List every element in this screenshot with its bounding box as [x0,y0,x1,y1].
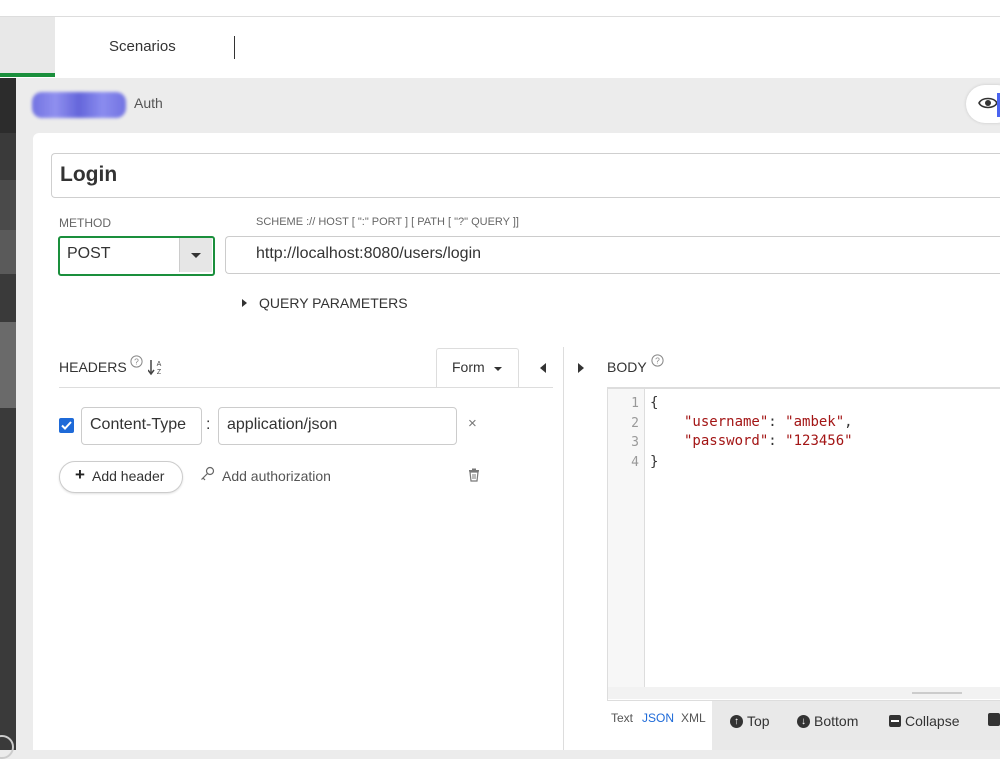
breadcrumb [16,78,1000,133]
add-header-label: Add header [92,468,165,484]
arrow-up-circle-icon: ↑ [730,714,743,728]
header-value-value: application/json [227,416,338,433]
expand-button[interactable] [988,713,1000,726]
top-button-label: Top [747,713,770,729]
url-format-label: SCHEME :// HOST [ ":" PORT ] [ PATH [ "?… [256,216,519,228]
code-line: "password": "123456" [684,433,853,449]
add-authorization-link[interactable]: Add authorization [222,468,331,484]
trash-icon[interactable] [468,468,480,487]
editor-scrollbar-thumb[interactable] [912,692,962,694]
svg-text:Z: Z [157,369,162,376]
header-enabled-checkbox[interactable] [59,418,74,433]
tab-divider [234,36,235,59]
line-number: 1 [631,396,639,411]
query-parameters-toggle[interactable]: QUERY PARAMETERS [259,295,408,311]
headers-divider [59,387,553,388]
header-key-value: Content-Type [90,416,187,433]
active-tab-indicator [0,73,55,77]
request-title: Login [60,163,118,186]
sort-alpha-icon[interactable]: A Z [147,358,164,379]
checkbox-checked-icon [61,421,72,430]
line-number: 3 [631,435,639,450]
code-line: } [650,454,659,470]
help-icon[interactable]: ? [651,354,664,370]
line-number: 2 [631,416,639,431]
form-mode-label: Form [452,359,485,375]
method-dropdown-toggle[interactable] [179,238,212,272]
line-number: 4 [631,455,639,470]
headers-label: HEADERS [59,359,127,375]
editor-gutter [608,389,645,687]
panel-splitter[interactable] [563,347,564,750]
svg-text:A: A [157,361,162,368]
arrow-down-circle-icon: ↓ [797,714,810,728]
header-separator: : [206,416,211,433]
bottom-button[interactable]: ↓ Bottom [797,713,858,729]
format-text-tab[interactable]: Text [611,711,633,725]
method-value: POST [67,245,111,262]
breadcrumb-current[interactable]: Auth [134,95,163,111]
top-button[interactable]: ↑ Top [730,713,770,729]
format-json-tab[interactable]: JSON [642,711,674,725]
caret-down-icon [494,367,502,371]
code-line: "username": "ambek", [684,414,853,430]
svg-text:?: ? [655,356,660,366]
caret-right-icon[interactable] [578,363,584,373]
format-xml-tab[interactable]: XML [681,711,706,725]
body-label: BODY [607,359,647,375]
key-icon [200,466,215,486]
url-value: http://localhost:8080/users/login [256,245,482,262]
help-icon[interactable]: ? [130,355,143,371]
minus-square-icon [889,715,901,727]
plus-icon: + [75,465,85,484]
top-toolbar-strip [0,0,1000,17]
collapse-button[interactable]: Collapse [889,713,959,729]
code-line: { [650,395,659,411]
request-title-field[interactable] [51,153,1000,198]
collapse-button-label: Collapse [905,713,960,729]
breadcrumb-redacted-parent[interactable] [32,92,126,118]
svg-text:?: ? [134,357,139,367]
caret-right-icon[interactable] [242,299,247,307]
left-sidebar [0,78,16,750]
eye-icon [978,97,998,109]
caret-left-icon[interactable] [540,363,546,373]
close-icon[interactable]: × [468,415,477,432]
preview-button[interactable] [966,85,1000,123]
caret-down-icon [191,253,201,258]
tab-previous[interactable] [0,17,55,75]
method-label: METHOD [59,216,111,230]
tab-scenarios[interactable]: Scenarios [109,38,176,55]
bottom-button-label: Bottom [814,713,859,729]
